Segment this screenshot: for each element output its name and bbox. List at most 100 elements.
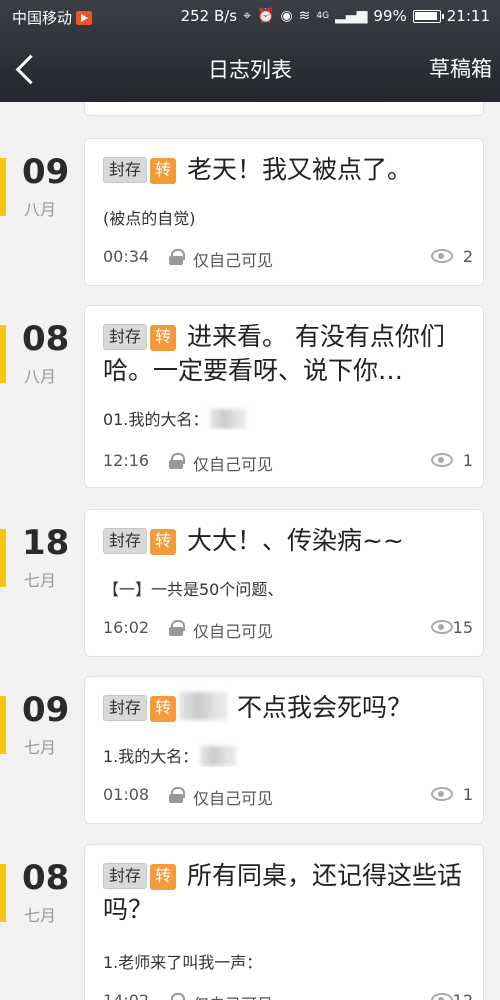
drafts-button[interactable]: 草稿箱 [429,53,492,83]
entry-excerpt: 01.我的大名： [103,410,209,429]
visibility-label: 仅自己可见 [193,991,273,1000]
entry-excerpt: 【一】一共是50个问题、 [103,580,284,599]
carrier-label: 中国移动 [12,9,73,27]
entry-time: 00:34 [103,247,150,266]
entry-meta: 00:34 仅自己可见 2 [103,247,473,270]
entry-month: 八月 [24,367,57,386]
view-count: 1 [462,785,473,804]
repost-tag: 转 [150,325,177,351]
date-marker [0,158,6,216]
diary-list: 09 八月 封存转 老天！我又被点了。 (被点的自觉) 00:34 仅自己可见 … [0,102,500,1000]
list-item[interactable]: 09 七月 封存转 不点我会死吗？ 1.我的大名： 01:08 仅自己可见 1 [0,676,500,826]
entry-meta: 12:16 仅自己可见 1 [103,451,473,474]
entry-time: 01:08 [103,785,150,804]
archive-tag: 封存 [103,695,148,721]
entry-date: 08 七月 [0,858,80,925]
date-marker [0,696,6,754]
blurred-text [179,692,228,720]
eye-icon: ◉ [280,8,293,24]
entry-excerpt-row: 1.我的大名： [103,743,473,767]
wifi-icon: ≋ [298,8,311,24]
entry-title-row: 封存转 老天！我又被点了。 [103,153,473,187]
list-item[interactable]: 08 八月 封存转 进来看。 有没有点你们 哈。一定要看呀、说下你… 01.我的… [0,305,500,489]
entry-time: 16:02 [103,618,150,637]
entry-title-row: 封存转 不点我会死吗？ [103,691,473,725]
entry-month: 八月 [24,200,57,219]
status-bar: 中国移动 252 B/s ⌖ ⏰ ◉ ≋ 4G ▂▄▆ 99% 21:11 [0,0,500,34]
lock-icon [169,993,185,1000]
entry-day: 08 [22,319,70,359]
entry-date: 08 八月 [0,319,80,386]
views-icon [431,620,453,634]
entry-title: 大大！、传染病~~ [186,526,404,555]
visibility-label: 仅自己可见 [193,789,274,808]
entry-title-row: 封存转 所有同桌，还记得这些话吗？ [103,859,473,927]
entry-card[interactable]: 封存转 老天！我又被点了。 (被点的自觉) 00:34 仅自己可见 2 [84,138,484,286]
previous-card-edge [84,102,484,116]
entry-title: 不点我会死吗？ [237,693,413,722]
visibility-label: 仅自己可见 [193,622,274,641]
repost-tag: 转 [150,864,177,890]
nav-bar: 日志列表 草稿箱 [0,34,500,102]
views-icon [431,453,453,467]
network-speed: 252 B/s [180,7,238,25]
blurred-name [200,746,237,766]
page-title: 日志列表 [208,58,292,82]
alarm-icon: ⏰ [257,8,275,24]
entry-meta: 14:02 仅自己可见 12 [103,991,473,1000]
entry-title-row: 封存转 进来看。 有没有点你们 哈。一定要看呀、说下你… [103,320,473,388]
entry-time: 14:02 [103,991,149,1000]
entry-day: 18 [22,523,70,563]
archive-tag: 封存 [103,528,148,554]
entry-day: 09 [22,152,70,192]
entry-date: 09 八月 [0,152,80,219]
lock-icon [169,453,185,469]
visibility-label: 仅自己可见 [193,455,274,474]
battery-percent: 99% [373,7,407,25]
entry-date: 18 七月 [0,523,80,590]
view-count: 12 [453,991,473,1000]
archive-tag: 封存 [103,157,148,183]
entry-excerpt: 1.老师来了叫我一声： [103,953,263,972]
visibility-label: 仅自己可见 [193,251,274,270]
repost-tag: 转 [150,529,177,555]
list-item[interactable]: 18 七月 封存转 大大！、传染病~~ 【一】一共是50个问题、 16:02 仅… [0,509,500,659]
network-type: 4G [316,11,330,21]
views-icon [431,787,453,801]
archive-tag: 封存 [103,324,148,350]
entry-month: 七月 [24,738,57,757]
view-count: 1 [462,451,473,470]
video-app-icon [76,10,93,25]
repost-tag: 转 [150,158,177,184]
entry-title: 老天！我又被点了。 [186,155,412,184]
entry-meta: 16:02 仅自己可见 15 [103,618,473,641]
entry-day: 08 [22,858,70,898]
entry-card[interactable]: 封存转 大大！、传染病~~ 【一】一共是50个问题、 16:02 仅自己可见 1… [84,509,484,657]
location-icon: ⌖ [243,8,252,24]
views-icon [431,993,453,1000]
list-item[interactable]: 08 七月 封存转 所有同桌，还记得这些话吗？ 1.老师来了叫我一声： 14:0… [0,844,500,1000]
entry-title-row: 封存转 大大！、传染病~~ [103,524,473,558]
entry-excerpt: (被点的自觉) [103,209,196,228]
lock-icon [169,787,185,803]
entry-month: 七月 [24,906,57,925]
entry-card[interactable]: 封存转 进来看。 有没有点你们 哈。一定要看呀、说下你… 01.我的大名： 12… [84,305,484,488]
date-marker [0,864,6,922]
battery-icon [412,9,444,23]
top-bar: 中国移动 252 B/s ⌖ ⏰ ◉ ≋ 4G ▂▄▆ 99% 21:11 日志… [0,0,500,102]
view-count: 2 [462,247,473,266]
entry-date: 09 七月 [0,690,80,757]
entry-card[interactable]: 封存转 所有同桌，还记得这些话吗？ 1.老师来了叫我一声： 14:02 仅自己可… [84,844,484,1000]
signal-icon: ▂▄▆ [335,8,368,24]
entry-month: 七月 [24,571,57,590]
entry-meta: 01:08 仅自己可见 1 [103,785,473,808]
clock: 21:11 [446,7,490,25]
lock-icon [169,620,185,636]
date-marker [0,529,6,587]
lock-icon [169,249,185,265]
blurred-name [210,409,247,429]
entry-card[interactable]: 封存转 不点我会死吗？ 1.我的大名： 01:08 仅自己可见 1 [84,676,484,824]
date-marker [0,325,6,383]
archive-tag: 封存 [103,863,148,889]
list-item[interactable]: 09 八月 封存转 老天！我又被点了。 (被点的自觉) 00:34 仅自己可见 … [0,138,500,288]
